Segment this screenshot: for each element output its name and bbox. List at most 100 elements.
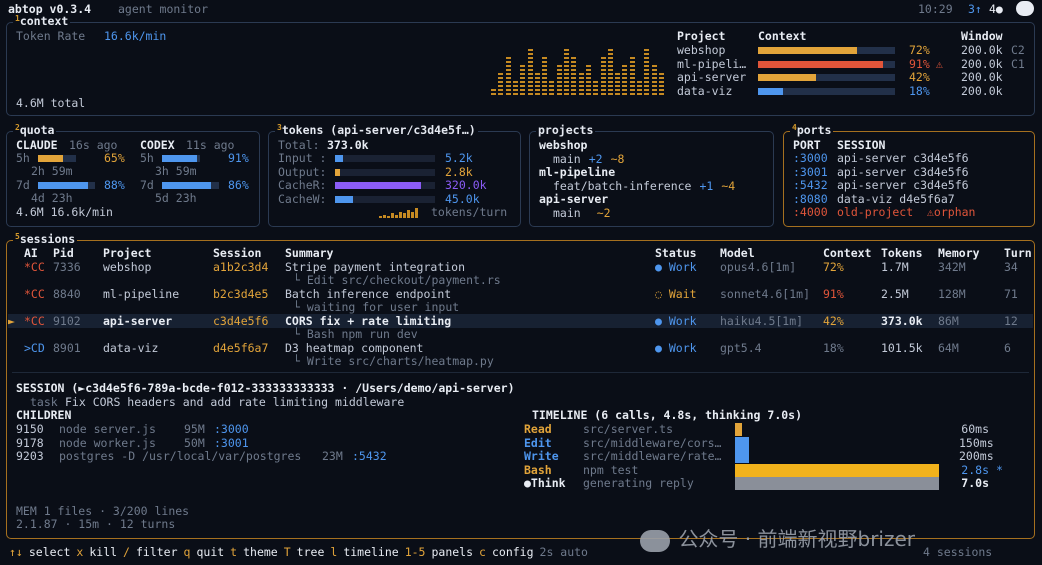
- session-project-2[interactable]: api-server: [103, 314, 172, 329]
- sparkline-col: [578, 73, 584, 97]
- tokens-bar-0-fill: [335, 155, 343, 162]
- port-number-2[interactable]: :5432: [793, 178, 828, 193]
- context-project-1[interactable]: ml-pipeli…: [677, 57, 746, 72]
- tokens-per-turn-label: tokens/turn: [431, 205, 508, 219]
- port-session-2: api-server c3d4e5f6: [837, 178, 969, 192]
- timeline-mark-3: *: [996, 462, 1003, 477]
- toggle-indicator[interactable]: [1016, 1, 1034, 16]
- session-tokens-2: 373.0k: [881, 314, 923, 328]
- context-bar-3-track: [758, 87, 895, 95]
- context-col-context: Context: [758, 29, 807, 43]
- session-context-3: 18%: [823, 341, 844, 355]
- token-rate-value: 16.6k/min: [104, 29, 167, 43]
- project-branch-line-2: main ~2: [553, 205, 611, 221]
- tokens-value-0: 5.2k: [445, 151, 473, 165]
- key-label: filter: [135, 545, 178, 559]
- session-memory-0: 342M: [938, 260, 966, 274]
- footer-key-1[interactable]: x kill: [76, 545, 117, 559]
- tokens-spark-col: [379, 216, 382, 218]
- session-project-1[interactable]: ml-pipeline: [103, 287, 179, 302]
- context-bar-1-track: [758, 60, 895, 68]
- tokens-sparkline: [379, 208, 419, 218]
- sessions-col-model: Model: [720, 246, 755, 260]
- tokens-spark-col: [387, 216, 390, 218]
- footer-key-4[interactable]: t theme: [230, 545, 278, 559]
- project-branch: feat/batch-inference: [553, 178, 692, 193]
- codex-5h-bar-fill: [162, 155, 197, 162]
- port-number-4[interactable]: :4000: [793, 205, 828, 220]
- child-mem-1: 50M: [184, 435, 205, 450]
- session-project-3[interactable]: data-viz: [103, 341, 158, 356]
- timeline-file-0: src/server.ts: [583, 422, 674, 436]
- session-status-3: ● Work: [655, 341, 697, 355]
- project-branch-line-0: main +2 ~8: [553, 152, 624, 167]
- session-project-0[interactable]: webshop: [103, 260, 151, 275]
- child-port-1[interactable]: :3001: [214, 436, 249, 451]
- tokens-bar-0-track: [335, 155, 435, 162]
- key: T: [283, 545, 291, 559]
- session-ai-3: >CD: [24, 341, 45, 355]
- footer-key-3[interactable]: q quit: [184, 545, 225, 559]
- session-turn-0: 34: [1004, 260, 1018, 274]
- project-name-0[interactable]: webshop: [539, 138, 587, 153]
- tokens-panel: 3tokens (api-server/c3d4e5f…) Total: 373…: [268, 123, 521, 227]
- ports-panel-title: 4ports: [790, 123, 834, 138]
- port-number-1[interactable]: :3001: [793, 165, 828, 180]
- child-port-0[interactable]: :3000: [214, 422, 249, 437]
- session-id-3[interactable]: d4e5f6a7: [213, 341, 268, 356]
- key-label: kill: [89, 545, 118, 559]
- session-context-1: 91%: [823, 287, 844, 301]
- port-number-0[interactable]: :3000: [793, 151, 828, 166]
- timeline-tool-1: Edit: [524, 435, 552, 450]
- project-branch: main: [553, 205, 581, 220]
- session-status-0: ● Work: [655, 260, 697, 274]
- sparkline-col: [542, 57, 548, 97]
- footer-key-8[interactable]: c config: [479, 545, 533, 559]
- session-id-1[interactable]: b2c3d4e5: [213, 287, 268, 302]
- sparkline-col: [622, 65, 628, 97]
- sparkline-col: [505, 57, 511, 97]
- footer-key-0[interactable]: ↑↓ select: [9, 545, 70, 559]
- codex-5h-label: 5h: [140, 151, 154, 165]
- session-tokens-0: 1.7M: [881, 260, 909, 274]
- sparkline-col: [658, 73, 664, 97]
- key: c: [479, 545, 486, 559]
- context-project-3[interactable]: data-viz: [677, 84, 732, 99]
- timeline-dur-3: 2.8s: [961, 462, 989, 477]
- footer-key-2[interactable]: / filter: [123, 545, 177, 559]
- context-pct-3: 18%: [909, 83, 930, 98]
- key: 1-5: [404, 545, 426, 559]
- project-name-1[interactable]: ml-pipeline: [539, 165, 615, 180]
- session-id-0[interactable]: a1b2c3d4: [213, 260, 268, 275]
- sparkline-col: [571, 57, 577, 97]
- session-detail-header: SESSION (►c3d4e5f6-789a-bcde-f012-333333…: [16, 381, 515, 395]
- timeline-bar-3: [735, 463, 939, 477]
- sessions-col-pid: Pid: [53, 246, 74, 260]
- claude-5h-reset: 2h 59m: [31, 164, 73, 178]
- footer-key-5[interactable]: Ttree: [284, 545, 325, 559]
- context-window-1: 200.0k: [961, 56, 1003, 71]
- port-number-3[interactable]: :8080: [793, 192, 828, 207]
- timeline-dur-2: 200ms: [959, 449, 994, 463]
- port-note-4: ⚠orphan: [927, 205, 976, 219]
- session-status-2: ● Work: [655, 314, 697, 328]
- child-port-2[interactable]: :5432: [352, 449, 387, 464]
- tokens-value-3: 45.0k: [445, 191, 480, 206]
- header-badge-blue: 3↑: [968, 2, 982, 16]
- codex-7d-label: 7d: [140, 178, 154, 192]
- footer-key-7[interactable]: 1-5 panels: [405, 545, 473, 559]
- tokens-spark-col: [399, 211, 402, 218]
- footer-key-6[interactable]: l timeline: [330, 545, 398, 559]
- tokens-spark-col: [383, 214, 386, 218]
- project-name-2[interactable]: api-server: [539, 192, 608, 207]
- context-tag-0: C2: [1011, 43, 1025, 57]
- session-id-2[interactable]: c3d4e5f6: [213, 314, 268, 329]
- context-project-2[interactable]: api-server: [677, 70, 746, 85]
- port-session-1: api-server c3d4e5f6: [837, 164, 969, 179]
- watermark-text: 公众号 · 前端新视野brizer: [678, 527, 916, 551]
- sessions-col-ai: AI: [24, 246, 38, 260]
- context-project-0[interactable]: webshop: [677, 43, 725, 58]
- sessions-col-turn: Turn: [1004, 246, 1032, 260]
- app-subtitle: agent monitor: [118, 2, 209, 16]
- tokens-spark-col: [395, 214, 398, 218]
